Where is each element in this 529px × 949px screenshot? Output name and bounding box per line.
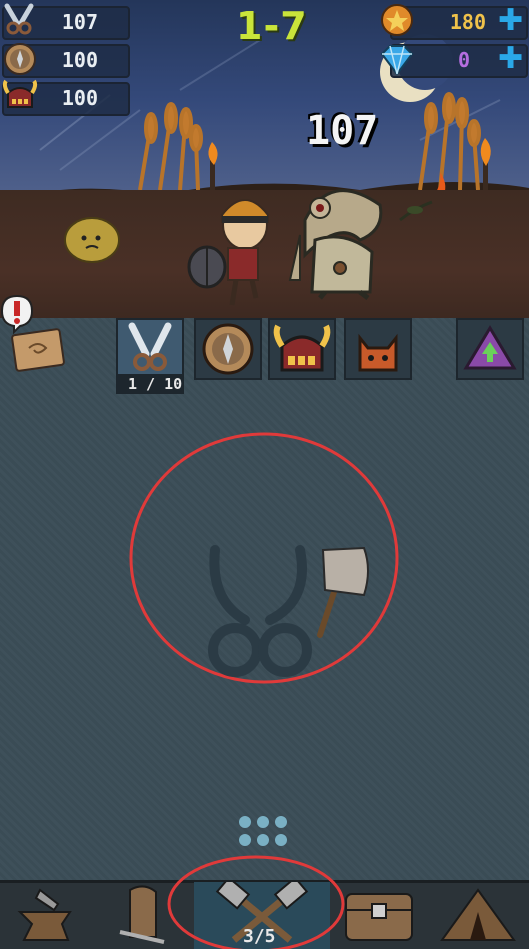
battle-scene: [64, 189, 433, 306]
upgrade-button[interactable]: [456, 318, 524, 380]
enemy-hp-text: 107: [306, 108, 379, 154]
nav-chest-button[interactable]: [338, 882, 420, 949]
fuzzy-pet[interactable]: [64, 217, 120, 263]
upgrade-arrow-icon: [463, 325, 517, 370]
slot-weapons[interactable]: [116, 318, 184, 380]
coins-value: 180: [449, 10, 486, 34]
slot-count: 1 / 10: [128, 375, 183, 393]
slot-helmets[interactable]: [268, 318, 336, 380]
helmet-icon: [2, 79, 38, 108]
merge-area[interactable]: [120, 430, 410, 700]
enemy-plague-doctor[interactable]: [288, 189, 383, 300]
swords-icon: [4, 3, 34, 35]
shield-icon: [202, 323, 254, 375]
slot-shields[interactable]: [194, 318, 262, 380]
anvil-icon: [17, 888, 72, 941]
add-gems-button[interactable]: ✚: [498, 44, 523, 74]
chest-icon: [345, 893, 413, 941]
alert-badge-icon: [0, 294, 34, 334]
page-dots: [239, 816, 287, 846]
tent-icon: [440, 888, 516, 941]
axe-icon[interactable]: [317, 546, 369, 638]
shield-icon: [4, 43, 36, 75]
attack-value: 107: [61, 10, 98, 34]
defense-value: 100: [61, 48, 98, 72]
swords-icon: [128, 322, 172, 371]
nav-tent-button[interactable]: [428, 882, 529, 949]
gem-icon: [380, 45, 414, 76]
slot-pets[interactable]: [344, 318, 412, 380]
add-coins-button[interactable]: ✚: [498, 6, 523, 36]
hero-character[interactable]: [187, 199, 269, 306]
coin-icon: [381, 4, 413, 36]
helmet-value: 100: [61, 86, 98, 110]
helmet-icon: [273, 324, 331, 372]
stage-level: 1-7: [236, 4, 308, 48]
cat-icon: [358, 333, 398, 372]
swords-silhouette-icon: [208, 545, 312, 677]
game-screen: 107 107 100 100 1-7 180 ✚ 0 ✚ 1 / 10 3/5: [0, 0, 529, 949]
gems-value: 0: [457, 48, 470, 72]
nav-anvil-button[interactable]: [0, 882, 96, 949]
crafting-highlight-ring: [167, 855, 345, 949]
